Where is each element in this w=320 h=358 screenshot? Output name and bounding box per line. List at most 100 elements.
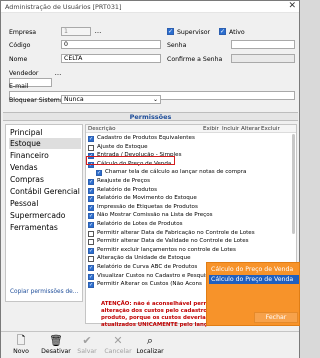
empresa-field[interactable]: 1 bbox=[61, 27, 91, 36]
permission-label: Não Mostrar Comissão na Lista de Preços bbox=[97, 212, 213, 219]
warning-line-4: atualizados UNICAMENTE pelo lanç bbox=[101, 322, 208, 328]
permission-checkbox[interactable]: ✓ bbox=[88, 144, 94, 151]
permission-checkbox[interactable]: ✓ bbox=[88, 230, 94, 237]
senha-field[interactable] bbox=[231, 40, 295, 49]
permission-label: Permitir excluir lançamentos no controle… bbox=[97, 246, 236, 253]
warning-line-3: produto, porque os custos deveriam s bbox=[101, 315, 217, 321]
empresa-label: Empresa bbox=[9, 29, 37, 36]
module-sidebar: Principal Estoque Financeiro Vendas Comp… bbox=[5, 124, 83, 302]
ativo-label: Ativo bbox=[229, 29, 245, 36]
popup-item[interactable]: Cálculo do Preço de Venda bbox=[209, 265, 299, 274]
permission-checkbox[interactable]: ✓ bbox=[88, 273, 94, 280]
permission-row[interactable]: ✓Ajuste do Estoque bbox=[86, 144, 296, 152]
cancelar-label: Cancelar bbox=[104, 348, 132, 355]
email-label: E-mail bbox=[9, 83, 29, 90]
permission-checkbox[interactable]: ✓ bbox=[88, 222, 94, 228]
warning-line-2: alteração dos custos pelo cadastro d bbox=[101, 308, 213, 314]
codigo-label: Código bbox=[9, 42, 31, 49]
permission-row[interactable]: ✓ Cadastro de Produtos Equivalentes bbox=[86, 135, 296, 143]
sidebar-item-principal[interactable]: Principal bbox=[9, 127, 81, 138]
permission-label: Chamar tela de cálculo ao lançar notas d… bbox=[105, 169, 247, 176]
admin-usuarios-window: Administração de Usuários [PRT031] ✕ Emp… bbox=[0, 0, 300, 358]
permission-label: Cadastro de Produtos Equivalentes bbox=[97, 135, 195, 141]
permission-label: Ajuste do Estoque bbox=[97, 143, 148, 150]
permissions-scrollbar[interactable] bbox=[292, 134, 295, 234]
col-incluir: Incluir bbox=[222, 126, 240, 132]
novo-button[interactable]: 🗋 Novo bbox=[3, 334, 39, 358]
copiar-permissoes-link[interactable]: Copiar permissões de... bbox=[10, 289, 78, 295]
sidebar-item-contabil-gerencial[interactable]: Contábil Gerencial bbox=[9, 186, 81, 197]
permission-row[interactable]: ✓ Não Mostrar Comissão na Lista de Preços bbox=[86, 212, 296, 220]
novo-label: Novo bbox=[13, 348, 29, 355]
chevron-down-icon: ⌄ bbox=[152, 96, 158, 103]
window-title: Administração de Usuários [PRT031] bbox=[5, 3, 122, 11]
sidebar-item-estoque[interactable]: Estoque bbox=[9, 138, 81, 149]
permission-label: Relatório de Produtos bbox=[97, 186, 157, 193]
new-document-icon: 🗋 bbox=[16, 334, 26, 347]
nome-label: Nome bbox=[9, 56, 28, 63]
permission-row[interactable]: ✓ Chamar tela de cálculo ao lançar notas … bbox=[86, 169, 296, 177]
permission-checkbox[interactable]: ✓ bbox=[88, 204, 94, 211]
localizar-button[interactable]: ⌕ Localizar bbox=[132, 334, 168, 358]
bloquear-sistema-select[interactable]: Nunca ⌄ bbox=[61, 95, 161, 104]
permission-label: Relatório de Movimento do Estoque bbox=[97, 195, 197, 202]
confirme-senha-field[interactable] bbox=[231, 54, 295, 63]
senha-label: Senha bbox=[167, 42, 187, 49]
sidebar-item-pessoal[interactable]: Pessoal bbox=[9, 198, 81, 209]
vendedor-label: Vendedor bbox=[9, 70, 39, 77]
permission-checkbox[interactable]: ✓ bbox=[88, 282, 94, 289]
close-icon[interactable]: ✕ bbox=[288, 1, 296, 11]
sidebar-item-compras[interactable]: Compras bbox=[9, 174, 81, 185]
permission-checkbox[interactable]: ✓ bbox=[96, 170, 102, 177]
permission-checkbox[interactable]: ✓ bbox=[88, 239, 94, 246]
sidebar-item-financeiro[interactable]: Financeiro bbox=[9, 150, 81, 161]
fechar-button[interactable]: Fechar bbox=[254, 312, 298, 323]
sidebar-item-vendas[interactable]: Vendas bbox=[9, 162, 81, 173]
permission-row[interactable]: ✓Permitir alterar Data de Fabricação no … bbox=[86, 230, 296, 238]
permission-row[interactable]: ✓ Relatório de Produtos bbox=[86, 187, 296, 195]
permissions-columns-header: Descrição Exibir Incluir Alterar Excluir bbox=[86, 125, 296, 133]
permission-row[interactable]: ✓ Impressão de Etiquetas de Produtos bbox=[86, 204, 296, 212]
permission-checkbox[interactable]: ✓ bbox=[88, 247, 94, 254]
permission-checkbox[interactable]: ✓ bbox=[88, 179, 94, 185]
permission-checkbox[interactable]: ✓ bbox=[88, 136, 94, 142]
popup-item-selected[interactable]: Cálculo do Preço de Venda bbox=[209, 275, 299, 284]
title-bar: Administração de Usuários [PRT031] ✕ bbox=[1, 1, 299, 13]
permission-row[interactable]: ✓ Relatório de Lotes de Produtos bbox=[86, 221, 296, 229]
permission-checkbox[interactable]: ✓ bbox=[88, 196, 94, 203]
cancel-icon: ✕ bbox=[113, 334, 123, 347]
permission-row[interactable]: ✓ Relatório de Movimento do Estoque bbox=[86, 195, 296, 203]
col-descricao: Descrição bbox=[88, 126, 116, 132]
empresa-lookup-button[interactable]: ... bbox=[93, 27, 103, 36]
nome-field[interactable]: CELTA bbox=[61, 54, 161, 63]
permission-row[interactable]: ✓ Reajuste de Preços bbox=[86, 178, 296, 186]
cancelar-button[interactable]: ✕ Cancelar bbox=[100, 334, 136, 358]
confirme-senha-label: Confirme a Senha bbox=[167, 56, 223, 63]
col-excluir: Excluir bbox=[261, 126, 280, 132]
col-alterar: Alterar bbox=[241, 126, 261, 132]
vendedor-lookup-button[interactable]: ... bbox=[53, 69, 63, 78]
sidebar-item-supermercado[interactable]: Supermercado bbox=[9, 210, 81, 221]
codigo-field[interactable]: 0 bbox=[61, 40, 161, 49]
ativo-checkbox[interactable]: ✓ bbox=[219, 28, 226, 35]
permission-checkbox[interactable]: ✓ bbox=[88, 187, 94, 194]
bottom-toolbar: 🗋 Novo 🗑 Desativar ✔ Salvar ✕ Cancelar ⌕… bbox=[1, 331, 299, 358]
localizar-label: Localizar bbox=[136, 348, 164, 355]
permission-row[interactable]: ✓Permitir alterar Data de Validade no Co… bbox=[86, 238, 296, 246]
permission-label: Reajuste de Preços bbox=[97, 178, 151, 184]
sidebar-item-ferramentas[interactable]: Ferramentas bbox=[9, 222, 81, 233]
selected-permission-highlight bbox=[86, 156, 175, 165]
col-exibir: Exibir bbox=[203, 126, 219, 132]
search-icon: ⌕ bbox=[146, 334, 154, 347]
warning-line-1: ATENÇÃO: não é aconselhável permiti bbox=[101, 301, 216, 307]
permissoes-title: Permissões bbox=[129, 113, 172, 121]
supervisor-checkbox[interactable]: ✓ bbox=[167, 28, 174, 35]
permission-checkbox[interactable]: ✓ bbox=[88, 265, 94, 271]
permission-checkbox[interactable]: ✓ bbox=[88, 213, 94, 220]
permission-row[interactable]: ✓ Permitir excluir lançamentos no control… bbox=[86, 247, 296, 255]
permission-label: Alteração da Unidade de Estoque bbox=[97, 255, 191, 262]
supervisor-label: Supervisor bbox=[177, 29, 211, 36]
permission-checkbox[interactable]: ✓ bbox=[88, 256, 94, 263]
permission-label: Permitir Alterar os Custos (Não Acons bbox=[97, 281, 202, 288]
bloquear-sistema-label: Bloquear Sistema bbox=[9, 97, 64, 104]
